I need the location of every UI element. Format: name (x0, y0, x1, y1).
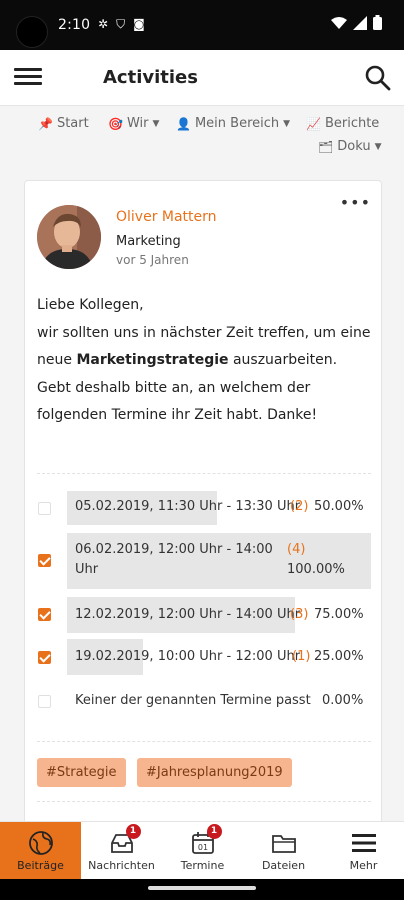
status-notification-icons: ✲ ⛉ ◙ (98, 17, 145, 32)
settings-notification-icon: ✲ (98, 17, 109, 31)
calendar-icon: 01 1 (190, 824, 222, 856)
poll-option-label: 06.02.2019, 12:00 Uhr - 14:00 Uhr (75, 542, 273, 577)
tag[interactable]: #Strategie (37, 758, 126, 787)
nav-doku[interactable]: 🗂 Doku ▼ (318, 139, 382, 154)
poll-vote-count: (1) (292, 649, 311, 664)
avatar[interactable] (37, 205, 101, 269)
poll-percent: 50.00% (314, 499, 364, 514)
tab-nachrichten[interactable]: 1 Nachrichten (81, 822, 162, 880)
poll-option-label: 05.02.2019, 11:30 Uhr - 13:30 Uhr (75, 499, 301, 514)
tab-label: Dateien (261, 859, 306, 872)
nav-start[interactable]: 📌 Start (38, 116, 89, 131)
poll-checkbox[interactable] (38, 695, 51, 708)
tab-dateien[interactable]: Dateien (243, 822, 324, 880)
poll-option-label: 12.02.2019, 12:00 Uhr - 14:00 Uhr (75, 607, 301, 622)
app-notification-icon: ◙ (133, 17, 145, 31)
app-bar: Activities (0, 50, 404, 106)
caret-down-icon: ▼ (152, 118, 160, 129)
poll-vote-count: (4) (287, 542, 306, 557)
post-time: vor 5 Jahren (116, 253, 189, 267)
poll-option[interactable]: Keiner der genannten Termine passt 0.00% (37, 683, 373, 719)
tab-label: Nachrichten (88, 859, 155, 872)
author-department: Marketing (116, 234, 181, 249)
nav-mein-bereich[interactable]: 👤 Mein Bereich ▼ (176, 116, 290, 131)
inbox-icon: 1 (109, 824, 141, 856)
status-bar: 2:10 ✲ ⛉ ◙ (0, 0, 404, 50)
poll-percent: 25.00% (314, 649, 364, 664)
hamburger-icon-line (14, 82, 42, 85)
nav-mein-bereich-label: Mein Bereich (194, 116, 280, 131)
pin-icon: 📌 (38, 116, 53, 131)
status-time: 2:10 (58, 17, 91, 33)
avatar-photo (37, 205, 101, 269)
camera-cutout (16, 16, 48, 48)
poll-checkbox-checked[interactable] (38, 651, 51, 664)
folder-icon: 🗂 (318, 139, 334, 154)
hamburger-icon-line (14, 68, 42, 71)
wifi-icon (331, 16, 347, 29)
tab-label: Beiträge (17, 859, 64, 872)
tab-termine[interactable]: 01 1 Termine (162, 822, 243, 880)
poll-checkbox-checked[interactable] (38, 554, 51, 567)
status-system-icons (331, 15, 382, 30)
nav-wir-label: Wir (126, 116, 149, 131)
poll-option[interactable]: 12.02.2019, 12:00 Uhr - 14:00 Uhr (3) 75… (37, 597, 373, 633)
nav-berichte[interactable]: 📈 Berichte (306, 116, 379, 131)
poll-percent: 100.00% (287, 562, 345, 577)
search-icon[interactable] (364, 64, 392, 92)
poll-percent: 75.00% (314, 607, 364, 622)
caret-down-icon: ▼ (283, 118, 291, 129)
poll-vote-count: (2) (290, 499, 309, 514)
poll-percent: 0.00% (322, 693, 364, 708)
poll-option[interactable]: 05.02.2019, 11:30 Uhr - 13:30 Uhr (2) 50… (37, 489, 373, 527)
poll-vote-count: (3) (290, 607, 309, 622)
tab-label: Termine (180, 859, 225, 872)
globe-icon (28, 831, 53, 855)
section-nav: 📌 Start 🎯 Wir ▼ 👤 Mein Bereich ▼ 📈 Beric… (0, 106, 404, 166)
system-gesture-bar (0, 879, 404, 900)
battery-icon (373, 15, 382, 30)
divider (37, 741, 371, 742)
bottom-nav: Beiträge 1 Nachrichten 01 1 Termine Date… (0, 821, 404, 880)
caret-down-icon: ▼ (374, 141, 382, 152)
poll-option-label: 19.02.2019, 10:00 Uhr - 12:00 Uhr (75, 649, 301, 664)
post-text-bold: Marketingstrategie (76, 352, 229, 368)
poll-option[interactable]: 06.02.2019, 12:00 Uhr - 14:00 Uhr (4) 10… (37, 533, 373, 589)
tab-beitraege[interactable]: Beiträge (0, 822, 81, 880)
poll-option-label: Keiner der genannten Termine passt (75, 693, 311, 708)
nav-wir[interactable]: 🎯 Wir ▼ (108, 116, 159, 131)
shield-notification-icon: ⛉ (116, 17, 126, 31)
notification-badge: 1 (206, 824, 222, 839)
svg-text:01: 01 (197, 843, 207, 852)
target-icon: 🎯 (108, 116, 123, 131)
author-name[interactable]: Oliver Mattern (116, 209, 217, 225)
page-title: Activities (103, 67, 198, 88)
notification-badge: 1 (125, 824, 141, 839)
signal-icon (353, 15, 367, 30)
menu-button[interactable] (14, 64, 42, 92)
poll-checkbox[interactable] (38, 502, 51, 515)
nav-berichte-label: Berichte (324, 116, 380, 131)
post-text: Liebe Kollegen, wir sollten uns in nächs… (37, 292, 373, 430)
poll-option[interactable]: 19.02.2019, 10:00 Uhr - 12:00 Uhr (1) 25… (37, 639, 373, 675)
divider (37, 473, 371, 474)
home-gesture-handle[interactable] (148, 886, 256, 890)
more-options-icon[interactable]: ••• (340, 193, 371, 212)
poll-checkbox-checked[interactable] (38, 608, 51, 621)
hamburger-icon (351, 834, 376, 852)
hamburger-icon-line (14, 75, 42, 78)
person-icon: 👤 (176, 116, 191, 131)
tab-label: Mehr (349, 859, 378, 872)
nav-start-label: Start (56, 116, 89, 131)
chart-icon: 📈 (306, 116, 321, 131)
tab-mehr[interactable]: Mehr (323, 822, 404, 880)
divider (37, 801, 371, 802)
tag[interactable]: #Jahresplanung2019 (137, 758, 292, 787)
folder-icon (271, 835, 296, 853)
post-card: Oliver Mattern Marketing vor 5 Jahren ••… (24, 180, 382, 840)
nav-doku-label: Doku (337, 139, 371, 154)
